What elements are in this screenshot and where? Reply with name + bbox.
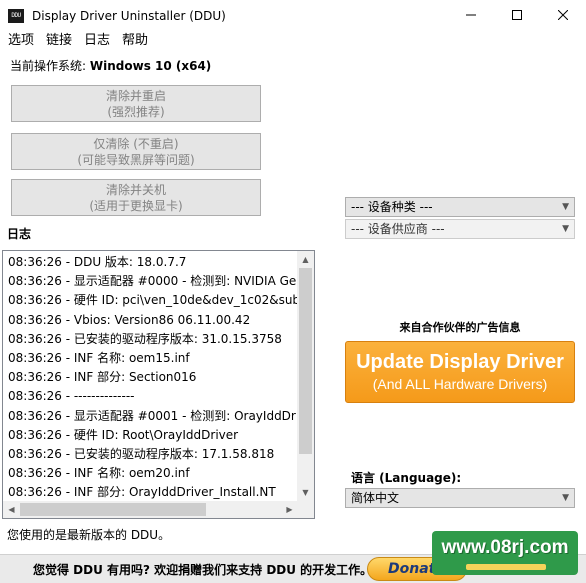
device-vendor-value: --- 设备供应商 ---: [351, 222, 445, 236]
clean-restart-label: 清除并重启: [105, 88, 166, 103]
os-value: Windows 10 (x64): [89, 59, 212, 73]
language-select[interactable]: 简体中文 ▼: [345, 488, 575, 508]
device-vendor-select[interactable]: --- 设备供应商 --- ▼: [345, 219, 575, 239]
watermark-text: www.08rj.com: [441, 537, 569, 558]
ad-subline: (And ALL Hardware Drivers): [372, 376, 548, 392]
log-line: 08:36:26 - 显示适配器 #0001 - 检测到: OrayIddDri…: [8, 408, 298, 423]
ad-title: 来自合作伙伴的广告信息: [399, 321, 521, 334]
site-watermark: www.08rj.com: [432, 531, 578, 575]
clean-only-button[interactable]: 仅清除 (不重启) (可能导致黑屏等问题): [11, 133, 261, 170]
log-line: 08:36:26 - INF 名称: oem15.inf: [8, 351, 190, 366]
close-button[interactable]: [540, 0, 586, 31]
language-value: 简体中文: [351, 491, 400, 505]
menu-options[interactable]: 选项: [2, 31, 40, 51]
device-type-value: --- 设备种类 ---: [351, 200, 433, 214]
chevron-down-icon: ▼: [562, 493, 569, 503]
log-line: 08:36:26 - INF 部分: Section016: [8, 370, 197, 385]
clean-shutdown-label: 清除并关机: [105, 182, 166, 197]
log-vertical-scrollbar[interactable]: ▲ ▼: [297, 251, 314, 501]
log-line: 08:36:26 - DDU 版本: 18.0.7.7: [8, 255, 187, 269]
log-line: 08:36:26 - Vbios: Version86 06.11.00.42: [8, 312, 251, 327]
log-vertical-scroll-thumb[interactable]: [299, 268, 312, 454]
window-controls: [448, 0, 586, 31]
clean-restart-sublabel: (强烈推荐): [107, 104, 165, 119]
log-horizontal-scroll-thumb[interactable]: [20, 503, 206, 516]
clean-only-label: 仅清除 (不重启): [93, 136, 179, 151]
log-horizontal-scrollbar[interactable]: ◀ ▶: [3, 501, 298, 518]
menu-log[interactable]: 日志: [78, 31, 116, 51]
device-type-select[interactable]: --- 设备种类 --- ▼: [345, 197, 575, 217]
log-listbox[interactable]: 08:36:26 - DDU 版本: 18.0.7.7 08:36:26 - 显…: [2, 250, 315, 519]
scroll-right-icon[interactable]: ▶: [281, 501, 298, 518]
donate-text: 您觉得 DDU 有用吗? 欢迎捐赠我们来支持 DDU 的开发工作。: [33, 563, 373, 577]
clean-only-sublabel: (可能导致黑屏等问题): [77, 152, 195, 167]
language-label: 语言 (Language):: [351, 471, 462, 485]
log-line: 08:36:26 - INF 部分: OrayIddDriver_Install…: [8, 485, 276, 500]
clean-shutdown-sublabel: (适用于更换显卡): [89, 198, 183, 213]
menu-help[interactable]: 帮助: [116, 31, 154, 51]
window-title: Display Driver Uninstaller (DDU): [32, 8, 226, 23]
log-line: 08:36:26 - --------------: [8, 389, 135, 404]
log-line: 08:36:26 - 硬件 ID: pci\ven_10de&dev_1c02&…: [8, 293, 298, 308]
chevron-down-icon: ▼: [562, 224, 569, 234]
log-label: 日志: [7, 227, 32, 241]
os-info: 当前操作系统: Windows 10 (x64): [10, 57, 211, 74]
clean-and-restart-button[interactable]: 清除并重启 (强烈推荐): [11, 85, 261, 122]
title-bar: DDU Display Driver Uninstaller (DDU): [0, 0, 586, 31]
menu-links[interactable]: 链接: [40, 31, 78, 51]
clean-and-shutdown-button[interactable]: 清除并关机 (适用于更换显卡): [11, 179, 261, 216]
close-icon: [557, 9, 569, 23]
log-line: 08:36:26 - 显示适配器 #0000 - 检测到: NVIDIA GeF…: [8, 274, 298, 289]
log-line: 08:36:26 - 已安装的驱动程序版本: 17.1.58.818: [8, 447, 275, 462]
chevron-down-icon: ▼: [562, 202, 569, 212]
maximize-button[interactable]: [494, 0, 540, 31]
watermark-bar: [466, 564, 546, 570]
menu-bar: 选项 链接 日志 帮助: [0, 31, 586, 51]
ad-banner[interactable]: Update Display Driver (And ALL Hardware …: [345, 341, 575, 403]
log-lines: 08:36:26 - DDU 版本: 18.0.7.7 08:36:26 - 显…: [8, 253, 298, 503]
log-line: 08:36:26 - INF 名称: oem20.inf: [8, 466, 190, 481]
ad-headline: Update Display Driver: [356, 351, 564, 373]
maximize-icon: [512, 9, 522, 23]
status-text: 您使用的是最新版本的 DDU。: [7, 528, 171, 542]
scroll-up-icon[interactable]: ▲: [297, 251, 314, 268]
minimize-icon: [466, 9, 476, 23]
log-line: 08:36:26 - 已安装的驱动程序版本: 31.0.15.3758: [8, 331, 282, 346]
ddu-app-icon: DDU: [8, 8, 24, 23]
log-line: 08:36:26 - 硬件 ID: Root\OrayIddDriver: [8, 427, 239, 442]
scroll-down-icon[interactable]: ▼: [297, 484, 314, 501]
scroll-corner: [297, 501, 314, 518]
main-content: 当前操作系统: Windows 10 (x64) 清除并重启 (强烈推荐) 仅清…: [0, 51, 586, 583]
scroll-left-icon[interactable]: ◀: [3, 501, 20, 518]
minimize-button[interactable]: [448, 0, 494, 31]
os-label: 当前操作系统:: [10, 59, 87, 73]
